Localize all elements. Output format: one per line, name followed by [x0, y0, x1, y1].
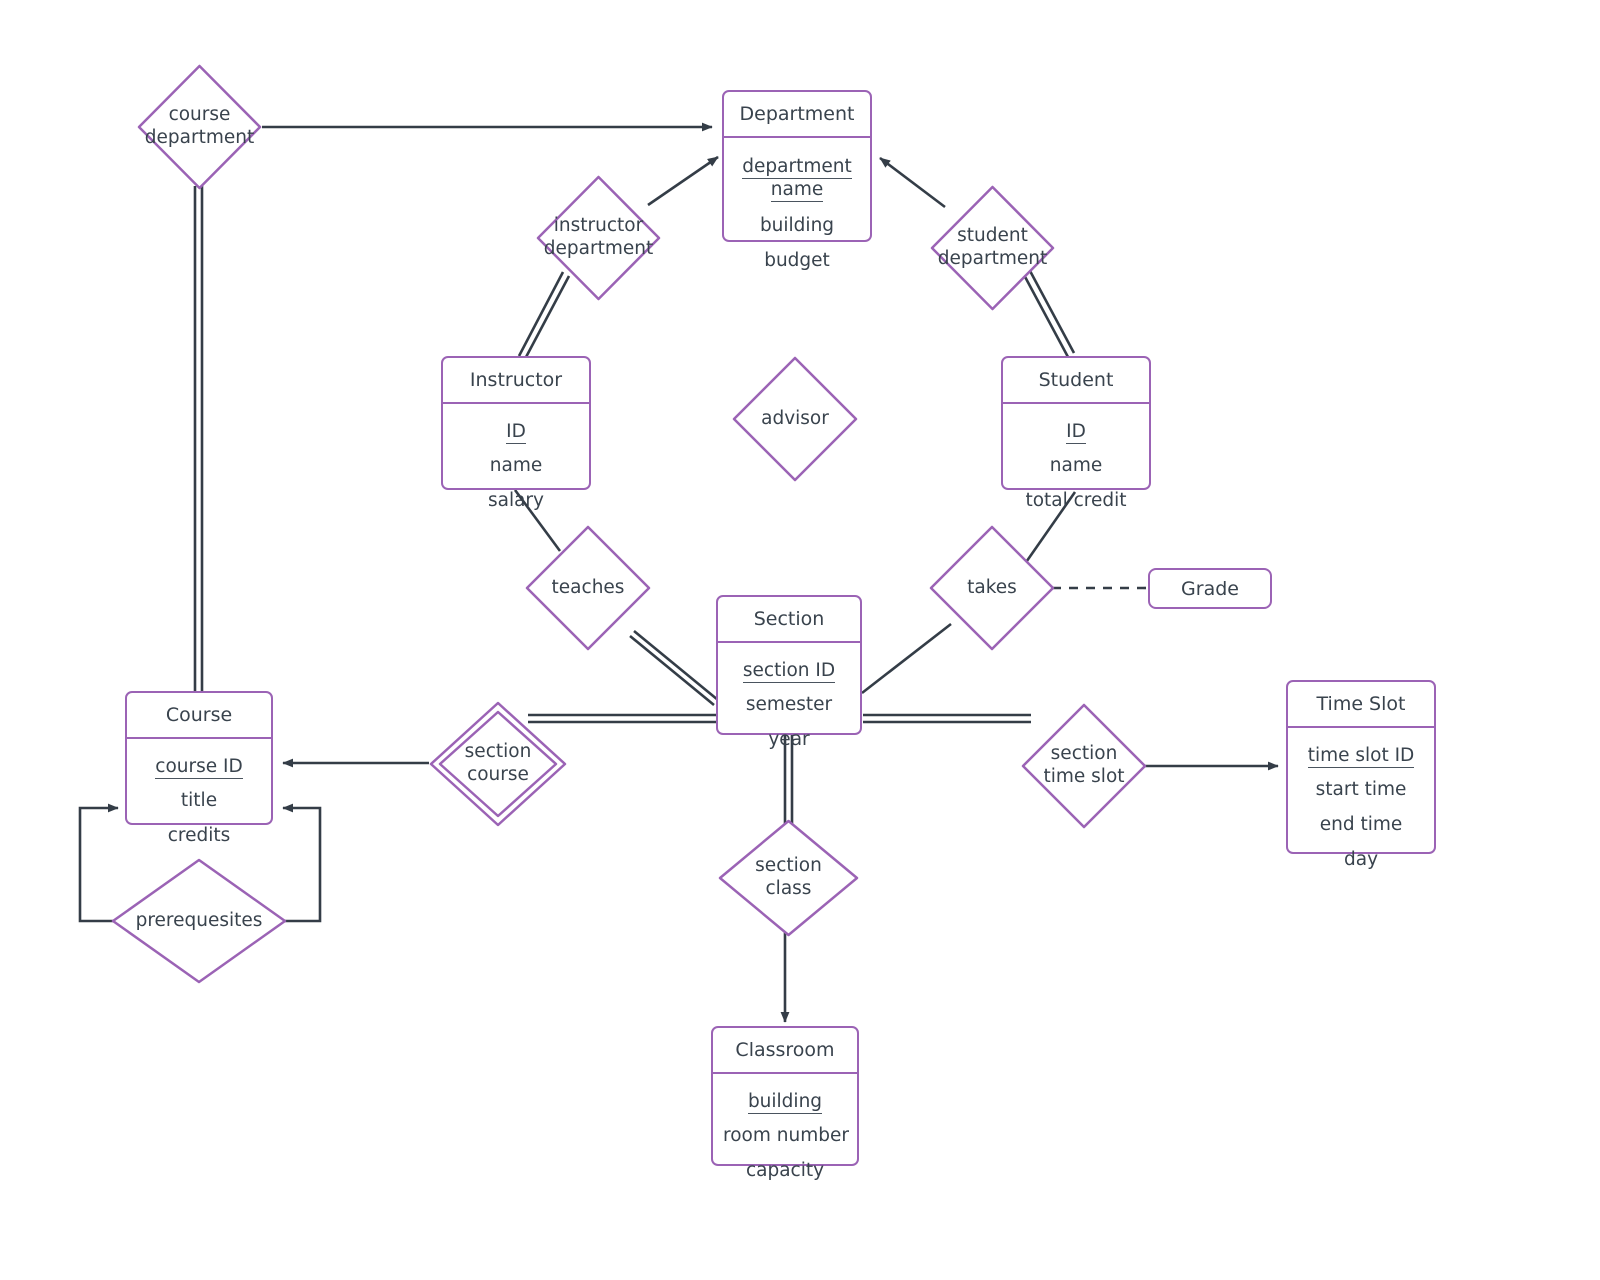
- attribute-department-building: building: [759, 214, 835, 236]
- diamond-shape-double: [429, 701, 567, 827]
- attribute-time-slot-id: time slot ID: [1307, 744, 1415, 768]
- entity-instructor-title: Instructor: [443, 358, 589, 404]
- attribute-course-credits: credits: [167, 825, 231, 847]
- attribute-section-year: year: [768, 729, 810, 751]
- entity-department[interactable]: Department department name building budg…: [722, 90, 872, 271]
- diamond-shape: [930, 185, 1055, 311]
- diamond-shape: [137, 64, 262, 190]
- entity-classroom[interactable]: Classroom building room number capacity: [711, 1026, 859, 1181]
- diamond-shape: [1021, 703, 1147, 829]
- diamond-shape: [111, 858, 287, 984]
- diamond-shape: [718, 819, 859, 937]
- relationship-instructor-department[interactable]: instructor department: [535, 174, 662, 302]
- attribute-section-id: section ID: [742, 659, 836, 683]
- attribute-student-name: name: [1049, 455, 1103, 477]
- attribute-course-title: title: [180, 790, 218, 812]
- attribute-section-semester: semester: [745, 694, 833, 716]
- entity-section[interactable]: Section section ID semester year: [716, 595, 862, 750]
- edge-section-to-section-time-slot: [863, 713, 1031, 724]
- attribute-instructor-name: name: [489, 455, 543, 477]
- diamond-shape: [929, 525, 1055, 651]
- attribute-time-slot-end-time: end time: [1319, 814, 1403, 836]
- entity-course-attributes: course ID title credits: [127, 739, 271, 864]
- attribute-department-budget: budget: [764, 249, 830, 271]
- entity-classroom-attributes: building room number capacity: [713, 1074, 857, 1199]
- relationship-prerequesites[interactable]: prerequesites: [110, 857, 288, 985]
- entity-classroom-title: Classroom: [713, 1028, 857, 1074]
- entity-student-attributes: ID name total credit: [1003, 404, 1149, 529]
- entity-department-title: Department: [724, 92, 870, 138]
- relationship-course-department[interactable]: course department: [136, 63, 263, 191]
- diamond-shape: [525, 525, 651, 651]
- entity-department-attributes: department name building budget: [724, 138, 870, 289]
- relationship-teaches[interactable]: teaches: [524, 524, 652, 652]
- entity-section-title: Section: [718, 597, 860, 643]
- diamond-shape: [732, 356, 858, 482]
- attribute-classroom-building: building: [747, 1090, 823, 1114]
- entity-course[interactable]: Course course ID title credits: [125, 691, 273, 846]
- relationship-advisor[interactable]: advisor: [731, 355, 859, 483]
- attribute-department-name: department name: [742, 155, 852, 203]
- attribute-classroom-capacity: capacity: [745, 1160, 825, 1182]
- entity-student-title: Student: [1003, 358, 1149, 404]
- edge-course-department-to-course: [193, 186, 204, 691]
- relationship-section-time-slot[interactable]: section time slot: [1020, 702, 1148, 830]
- attribute-instructor-id: ID: [506, 420, 526, 444]
- attribute-instructor-salary: salary: [487, 490, 544, 512]
- attribute-box-grade[interactable]: Grade: [1148, 568, 1272, 609]
- entity-time-slot-title: Time Slot: [1288, 682, 1434, 728]
- attribute-course-id: course ID: [155, 755, 243, 779]
- relationship-takes[interactable]: takes: [928, 524, 1056, 652]
- entity-course-title: Course: [127, 693, 271, 739]
- relationship-student-department[interactable]: student department: [929, 184, 1056, 312]
- attribute-box-grade-label: Grade: [1181, 577, 1239, 600]
- entity-student[interactable]: Student ID name total credit: [1001, 356, 1151, 511]
- attribute-time-slot-start-time: start time: [1315, 779, 1407, 801]
- attribute-classroom-room-number: room number: [723, 1125, 849, 1147]
- relationship-section-course[interactable]: section course: [428, 700, 568, 828]
- relationship-section-class[interactable]: section class: [717, 818, 860, 938]
- entity-section-attributes: section ID semester year: [718, 643, 860, 768]
- er-diagram-canvas: Department department name building budg…: [0, 0, 1600, 1280]
- entity-instructor-attributes: ID name salary: [443, 404, 589, 529]
- diamond-shape: [536, 175, 661, 301]
- entity-instructor[interactable]: Instructor ID name salary: [441, 356, 591, 511]
- attribute-student-id: ID: [1066, 420, 1086, 444]
- attribute-student-total-credit: total credit: [1025, 490, 1127, 512]
- attribute-time-slot-day: day: [1343, 848, 1379, 870]
- entity-time-slot[interactable]: Time Slot time slot ID start time end ti…: [1286, 680, 1436, 870]
- entity-time-slot-attributes: time slot ID start time end time day: [1288, 728, 1434, 888]
